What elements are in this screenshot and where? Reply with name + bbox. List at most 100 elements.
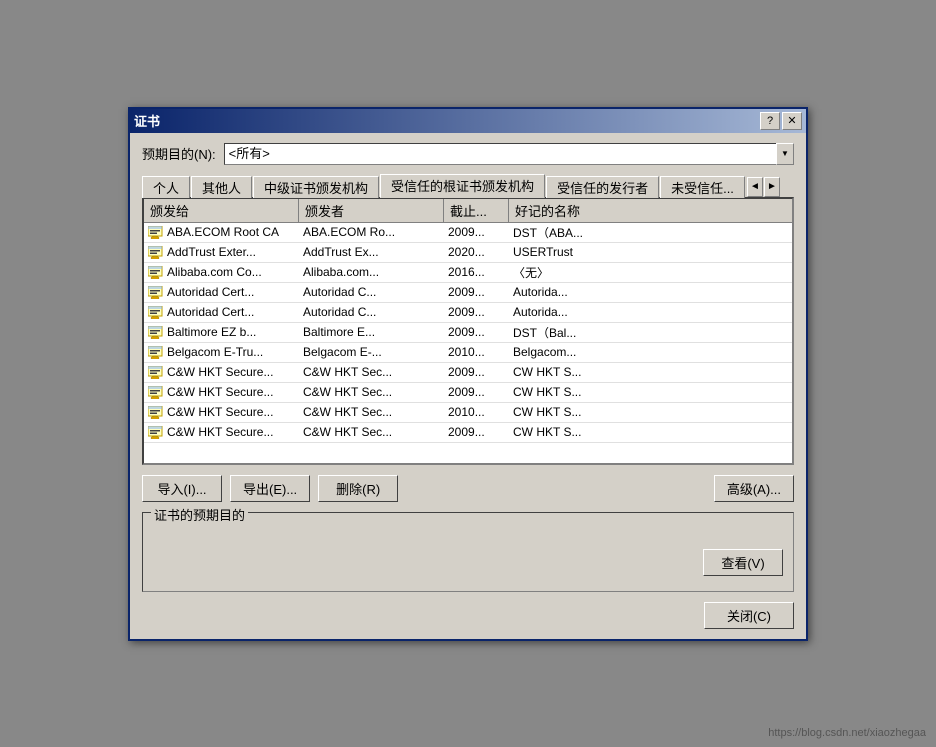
cell-friendly: Belgacom...	[509, 344, 639, 360]
table-row[interactable]: AddTrust Exter... AddTrust Ex... 2020...…	[144, 243, 792, 263]
cell-friendly: Autorida...	[509, 284, 639, 300]
cell-friendly: CW HKT S...	[509, 384, 639, 400]
cell-expires: 2010...	[444, 344, 509, 360]
action-buttons: 导入(I)... 导出(E)... 删除(R) 高级(A)...	[142, 475, 794, 502]
cell-issued-to: ABA.ECOM Root CA	[144, 224, 299, 240]
cell-issued-to: Autoridad Cert...	[144, 284, 299, 300]
groupbox-content: 查看(V)	[153, 521, 783, 576]
table-row[interactable]: C&W HKT Secure... C&W HKT Sec... 2009...…	[144, 383, 792, 403]
remove-button[interactable]: 删除(R)	[318, 475, 398, 502]
cell-expires: 2020...	[444, 244, 509, 260]
cell-issued-to: C&W HKT Secure...	[144, 364, 299, 380]
cell-issued-by: AddTrust Ex...	[299, 244, 444, 260]
certificate-dialog: 证书 ? ✕ 预期目的(N): <所有> ▼ 个人 其他人 中级证书颁发机构 受…	[128, 107, 808, 641]
tab-untrusted[interactable]: 未受信任...	[660, 176, 745, 198]
cell-issued-to: Autoridad Cert...	[144, 304, 299, 320]
col-issued-by[interactable]: 颁发者	[299, 199, 444, 222]
close-x-button[interactable]: ✕	[782, 112, 802, 130]
cell-issued-to: C&W HKT Secure...	[144, 404, 299, 420]
cell-expires: 2009...	[444, 224, 509, 240]
cell-friendly: CW HKT S...	[509, 364, 639, 380]
cell-friendly: USERTrust	[509, 244, 639, 260]
cell-friendly: DST（Bal...	[509, 323, 639, 342]
cert-icon	[148, 365, 164, 379]
cell-issued-to: AddTrust Exter...	[144, 244, 299, 260]
cell-issued-by: C&W HKT Sec...	[299, 404, 444, 420]
cert-icon	[148, 345, 164, 359]
import-button[interactable]: 导入(I)...	[142, 475, 222, 502]
advanced-button[interactable]: 高级(A)...	[714, 475, 794, 502]
tab-others[interactable]: 其他人	[191, 176, 252, 198]
close-button[interactable]: 关闭(C)	[704, 602, 794, 629]
cert-icon	[148, 305, 164, 319]
dialog-title: 证书	[134, 111, 160, 130]
cell-issued-to: Baltimore EZ b...	[144, 324, 299, 340]
col-friendly[interactable]: 好记的名称	[509, 199, 639, 222]
cert-icon	[148, 385, 164, 399]
tab-trusted-root[interactable]: 受信任的根证书颁发机构	[380, 174, 545, 198]
cert-purpose-groupbox: 证书的预期目的 查看(V)	[142, 512, 794, 592]
tab-intermediate[interactable]: 中级证书颁发机构	[253, 176, 379, 198]
cell-friendly: DST（ABA...	[509, 223, 639, 242]
cell-expires: 2010...	[444, 404, 509, 420]
cell-issued-by: ABA.ECOM Ro...	[299, 224, 444, 240]
cell-issued-by: Belgacom E-...	[299, 344, 444, 360]
cell-issued-by: Alibaba.com...	[299, 264, 444, 280]
cert-icon	[148, 225, 164, 239]
cell-friendly: Autorida...	[509, 304, 639, 320]
help-button[interactable]: ?	[760, 112, 780, 130]
table-row[interactable]: Autoridad Cert... Autoridad C... 2009...…	[144, 283, 792, 303]
cert-icon	[148, 265, 164, 279]
cert-icon	[148, 325, 164, 339]
purpose-row: 预期目的(N): <所有> ▼	[142, 143, 794, 165]
cell-expires: 2009...	[444, 324, 509, 340]
cell-expires: 2009...	[444, 384, 509, 400]
cell-issued-to: Belgacom E-Tru...	[144, 344, 299, 360]
cell-issued-by: Autoridad C...	[299, 304, 444, 320]
purpose-dropdown-container: <所有> ▼	[224, 143, 794, 165]
cell-issued-by: C&W HKT Sec...	[299, 384, 444, 400]
cell-issued-to: Alibaba.com Co...	[144, 264, 299, 280]
table-row[interactable]: ABA.ECOM Root CA ABA.ECOM Ro... 2009... …	[144, 223, 792, 243]
purpose-dropdown[interactable]: <所有>	[224, 143, 794, 165]
col-expires[interactable]: 截止...	[444, 199, 509, 222]
tab-trusted-publisher[interactable]: 受信任的发行者	[546, 176, 659, 198]
cell-expires: 2009...	[444, 284, 509, 300]
cell-friendly: CW HKT S...	[509, 404, 639, 420]
col-issued-to[interactable]: 颁发给	[144, 199, 299, 222]
table-row[interactable]: C&W HKT Secure... C&W HKT Sec... 2009...…	[144, 423, 792, 443]
cert-icon	[148, 425, 164, 439]
certificate-list[interactable]: ABA.ECOM Root CA ABA.ECOM Ro... 2009... …	[144, 223, 792, 463]
cell-issued-by: C&W HKT Sec...	[299, 364, 444, 380]
table-row[interactable]: C&W HKT Secure... C&W HKT Sec... 2010...…	[144, 403, 792, 423]
table-header: 颁发给 颁发者 截止... 好记的名称	[144, 199, 792, 223]
cell-issued-by: Autoridad C...	[299, 284, 444, 300]
table-row[interactable]: Baltimore EZ b... Baltimore E... 2009...…	[144, 323, 792, 343]
tab-nav-right[interactable]: ►	[764, 177, 780, 197]
cert-icon	[148, 285, 164, 299]
cell-issued-to: C&W HKT Secure...	[144, 424, 299, 440]
table-row[interactable]: Alibaba.com Co... Alibaba.com... 2016...…	[144, 263, 792, 283]
cell-expires: 2009...	[444, 304, 509, 320]
title-bar-buttons: ? ✕	[760, 112, 802, 130]
cert-icon	[148, 405, 164, 419]
groupbox-label: 证书的预期目的	[151, 505, 248, 524]
watermark: https://blog.csdn.net/xiaozhegaa	[768, 727, 926, 739]
view-button[interactable]: 查看(V)	[703, 549, 783, 576]
table-row[interactable]: Belgacom E-Tru... Belgacom E-... 2010...…	[144, 343, 792, 363]
tab-nav-left[interactable]: ◄	[747, 177, 763, 197]
cell-issued-to: C&W HKT Secure...	[144, 384, 299, 400]
cell-expires: 2009...	[444, 424, 509, 440]
cell-issued-by: Baltimore E...	[299, 324, 444, 340]
title-bar: 证书 ? ✕	[130, 109, 806, 133]
tab-personal[interactable]: 个人	[142, 176, 190, 198]
cert-icon	[148, 245, 164, 259]
close-row: 关闭(C)	[142, 602, 794, 629]
export-button[interactable]: 导出(E)...	[230, 475, 310, 502]
table-row[interactable]: Autoridad Cert... Autoridad C... 2009...…	[144, 303, 792, 323]
certificate-table-panel: 颁发给 颁发者 截止... 好记的名称 ABA.EC	[142, 197, 794, 465]
cell-expires: 2016...	[444, 264, 509, 280]
cell-issued-by: C&W HKT Sec...	[299, 424, 444, 440]
table-row[interactable]: C&W HKT Secure... C&W HKT Sec... 2009...…	[144, 363, 792, 383]
purpose-label: 预期目的(N):	[142, 144, 216, 163]
